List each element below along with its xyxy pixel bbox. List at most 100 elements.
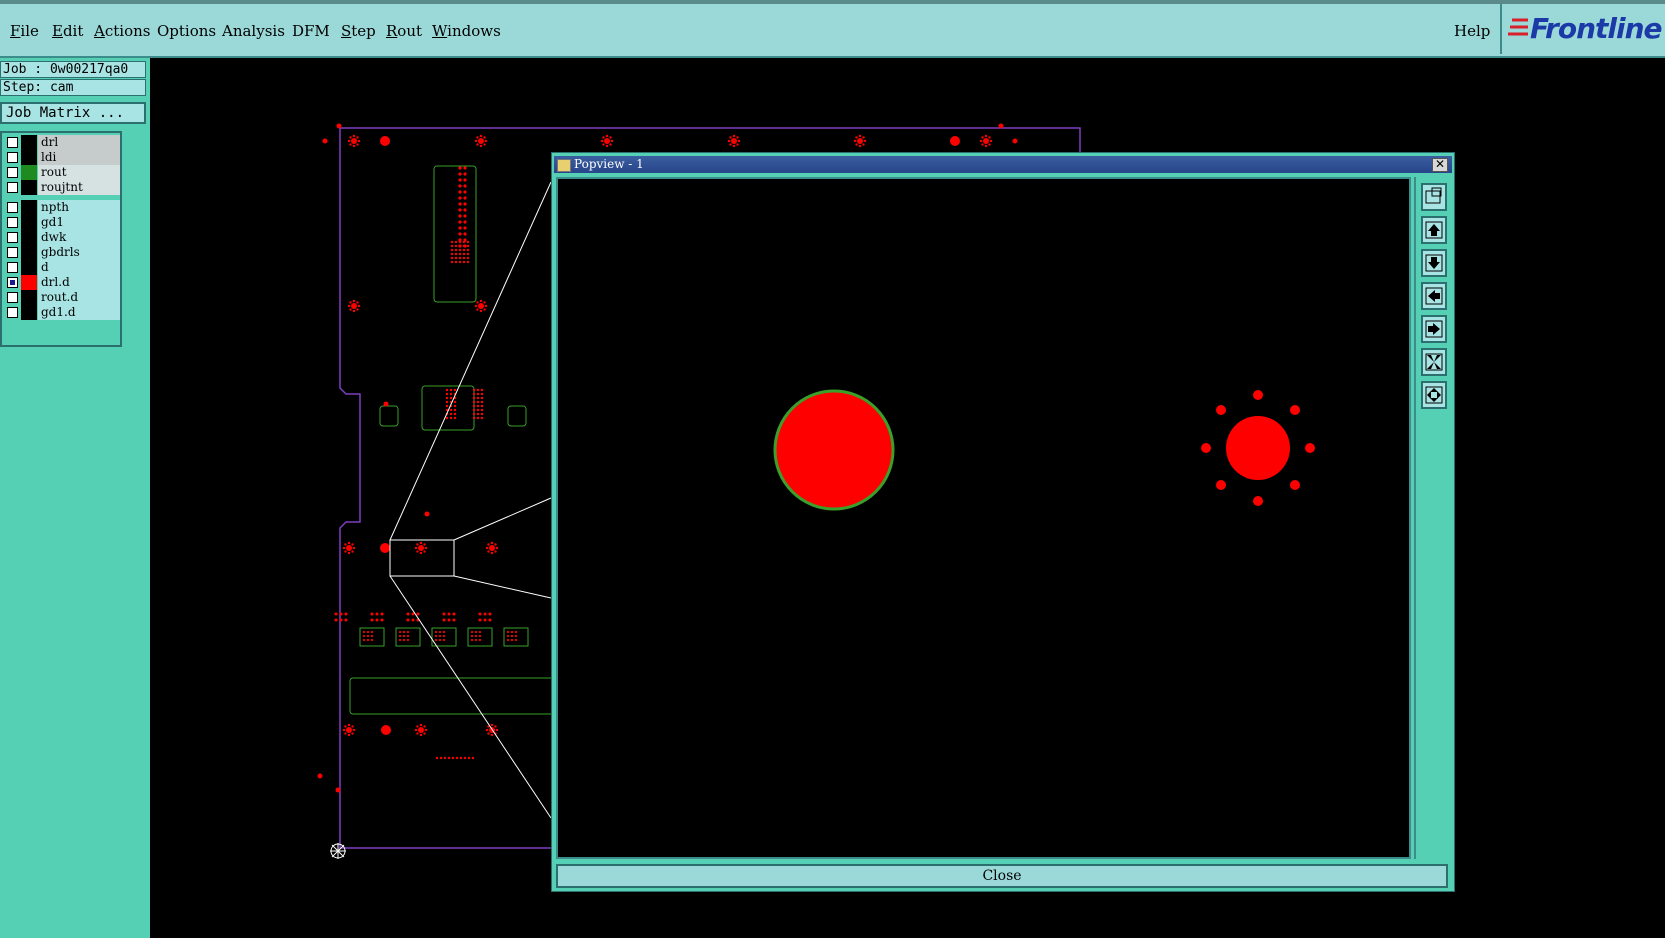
drill-hole [423,543,426,546]
layer-checkbox[interactable] [7,232,18,243]
menu-file[interactable]: File [10,22,39,40]
layer-list: drl ldi rout roujtnt npth gd1 dwk gbdrls d drl.d r… [0,131,122,347]
zoom-fit-icon[interactable] [1421,183,1447,211]
layer-checkbox[interactable] [7,217,18,228]
pan-right-icon[interactable] [1421,315,1447,343]
popview-titlebar[interactable]: Popview - 1 ✕ [554,156,1452,173]
drill-hole [472,404,476,408]
drill-hole [604,138,610,144]
layer-name[interactable]: npth [38,200,120,215]
layer-name[interactable]: gd1.d [38,305,120,320]
pan-up-icon[interactable] [1421,216,1447,244]
pan-down-icon[interactable] [1421,249,1447,277]
drill-hole [729,136,732,139]
drill-hole [351,550,354,553]
menu-rout[interactable]: Rout [386,22,422,40]
layer-row-d[interactable]: d [4,260,120,275]
drill-hole [406,634,410,638]
layer-row-dwk[interactable]: dwk [4,230,120,245]
layer-row-npth[interactable]: npth [4,200,120,215]
layer-row-rout[interactable]: rout [4,165,120,180]
layer-row-roujtnt[interactable]: roujtnt [4,180,120,195]
layer-row-gd1[interactable]: gd1 [4,215,120,230]
drill-hole [450,256,454,260]
layer-checkbox[interactable] [7,202,18,213]
menu-windows[interactable]: Windows [432,22,501,40]
drill-hole [423,732,426,735]
drill-hole [347,551,351,555]
layer-name[interactable]: dwk [38,230,120,245]
menu-options[interactable]: Options [157,22,216,40]
layer-name[interactable]: gd1 [38,215,120,230]
drill-hole [487,543,490,546]
layer-row-gbdrls[interactable]: gbdrls [4,245,120,260]
drill-hole [983,138,989,144]
layer-checkbox[interactable] [7,152,18,163]
menu-bar: File Edit Actions Options Analysis DFM S… [0,0,1665,58]
close-icon[interactable]: ✕ [1432,158,1448,172]
menu-analysis[interactable]: Analysis [222,22,285,40]
layer-color-swatch [21,180,37,195]
menu-edit[interactable]: Edit [52,22,83,40]
drill-hole [450,240,454,244]
rout-slot [433,165,477,303]
drill-hole [510,634,514,638]
layer-checkbox[interactable] [7,307,18,318]
layer-checkbox[interactable] [7,292,18,303]
layer-row-drl[interactable]: drl [4,135,120,150]
drill-hole [474,634,478,638]
drill-hole [610,139,614,143]
layer-checkbox[interactable] [7,247,18,258]
layer-checkbox[interactable] [7,182,18,193]
layer-row-ldi[interactable]: ldi [4,150,120,165]
layer-name[interactable]: ldi [38,150,120,165]
layer-name[interactable]: drl.d [38,275,120,290]
drill-hole [471,756,475,760]
drill-hole [349,136,352,139]
zoom-out-icon[interactable] [1421,381,1447,409]
layer-row-rout-d[interactable]: rout.d [4,290,120,305]
layer-name[interactable]: rout.d [38,290,120,305]
drill-hole [344,612,348,616]
menu-dfm[interactable]: DFM [292,22,330,40]
layer-row-drl-d[interactable]: drl.d [4,275,120,290]
layer-checkbox[interactable] [7,167,18,178]
zoom-in-icon[interactable] [1421,348,1447,376]
menu-step[interactable]: Step [341,22,376,40]
layer-name[interactable]: drl [38,135,120,150]
drill-hole [478,630,482,634]
popview-title: Popview - 1 [574,157,644,171]
drill-hole [487,732,490,735]
drill-hole [466,240,470,244]
layer-color-swatch [21,275,37,290]
drill-hole [447,612,451,616]
layer-checkbox[interactable] [7,137,18,148]
drill-hole [454,260,458,264]
menu-actions[interactable]: Actions [94,22,150,40]
drill-hole [458,248,462,252]
layer-name[interactable]: gbdrls [38,245,120,260]
popview-canvas[interactable] [556,177,1411,859]
layer-name[interactable]: d [38,260,120,275]
layer-name[interactable]: roujtnt [38,180,120,195]
menu-help[interactable]: Help [1454,22,1490,40]
drill-hole [463,196,467,200]
drill-hole [458,214,462,218]
layer-name[interactable]: rout [38,165,120,180]
close-button[interactable]: Close [556,864,1448,888]
drill-hole [495,546,499,550]
drill-hole [514,638,518,642]
layer-checkbox[interactable] [7,277,18,288]
drill-hole [419,541,423,545]
drill-hole [855,143,858,146]
drill-hole [352,546,356,550]
layer-row-gd1-d[interactable]: gd1.d [4,305,120,320]
layer-checkbox[interactable] [7,262,18,273]
pan-left-icon[interactable] [1421,282,1447,310]
drill-hole [979,139,983,143]
drill-hole [463,214,467,218]
drill-hole [483,612,487,616]
drill-hole [453,412,457,416]
job-matrix-button[interactable]: Job Matrix ... [0,102,146,124]
drill-hole [414,546,418,550]
